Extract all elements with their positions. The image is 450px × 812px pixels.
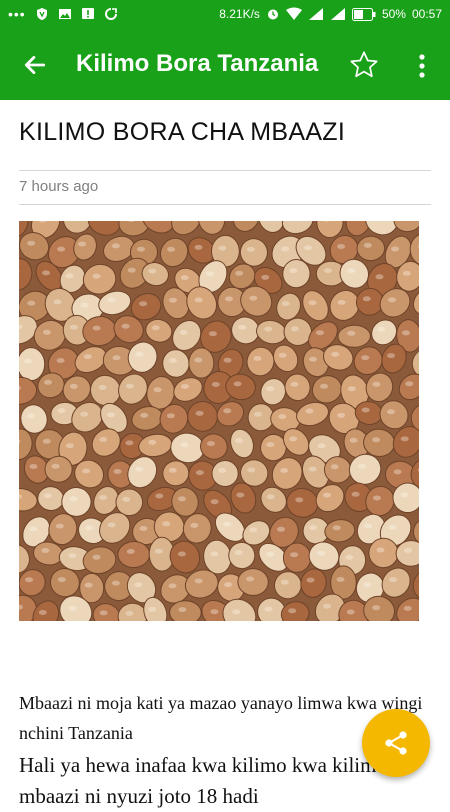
- share-icon: [385, 731, 407, 755]
- sync-icon: [104, 7, 118, 20]
- more-vert-icon[interactable]: [414, 52, 430, 80]
- arrow-back-icon[interactable]: [22, 52, 48, 78]
- status-bar-system: 8.21K/s 50% 00:57: [219, 7, 442, 21]
- article-timestamp: 7 hours ago: [19, 178, 99, 195]
- more-dots-icon: •••: [8, 6, 26, 22]
- status-bar: ••• 8.21K/s 50% 00:57: [0, 0, 450, 30]
- battery-icon: [351, 7, 376, 21]
- alert-icon: [81, 8, 94, 19]
- clock: 00:57: [411, 7, 442, 21]
- timestamp-divider: [19, 204, 431, 205]
- vpn-shield-icon: [36, 8, 47, 20]
- signal-icon: [308, 8, 323, 20]
- battery-percent: 50%: [381, 7, 406, 21]
- app-bar: Kilimo Bora Tanzania: [0, 30, 450, 100]
- image-icon: [58, 9, 71, 19]
- status-bar-notifications: •••: [8, 6, 118, 22]
- pigeon-peas-image: [19, 221, 419, 621]
- article-title: KILIMO BORA CHA MBAAZI: [19, 118, 346, 146]
- alarm-icon: [267, 9, 278, 20]
- star-outline-icon[interactable]: [348, 49, 380, 81]
- article-image: [19, 221, 419, 621]
- network-speed: 8.21K/s: [219, 7, 260, 21]
- title-divider: [19, 170, 431, 171]
- wifi-icon: [285, 7, 302, 20]
- share-button[interactable]: [362, 709, 430, 777]
- signal-icon-2: [330, 8, 345, 20]
- app-title: Kilimo Bora Tanzania: [76, 50, 319, 77]
